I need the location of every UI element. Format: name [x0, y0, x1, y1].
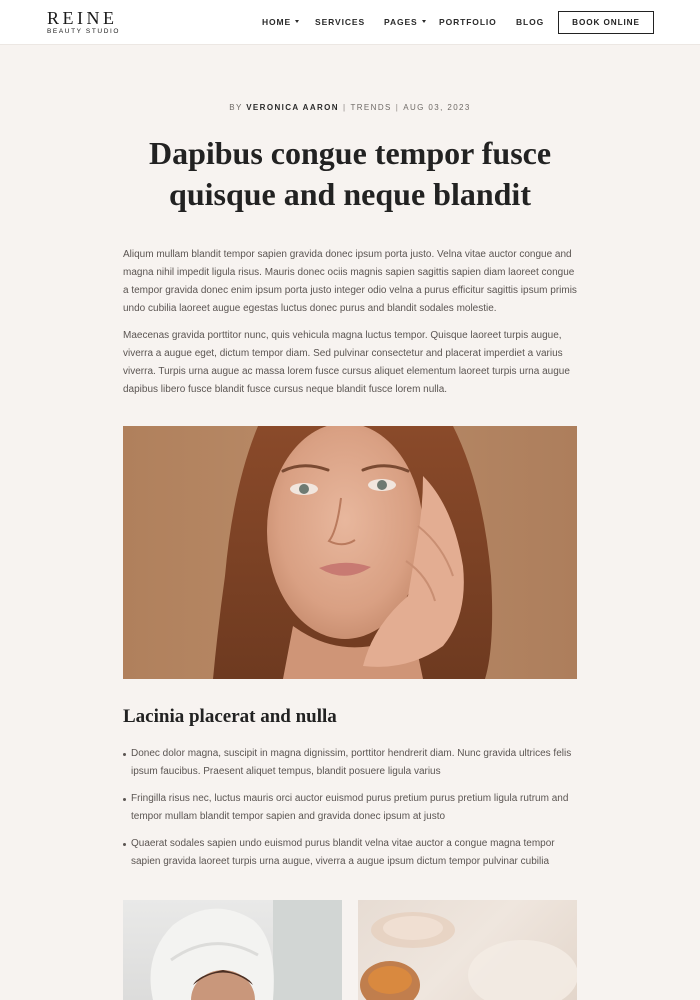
gallery-image-products: [358, 900, 577, 1000]
meta-by: BY: [229, 103, 243, 112]
chevron-down-icon: [421, 20, 426, 24]
nav-item-label: HOME: [262, 17, 292, 27]
list-item: Fringilla risus nec, luctus mauris orci …: [123, 790, 578, 826]
post-paragraph: Aliqum mullam blandit tempor sapien grav…: [123, 249, 577, 314]
list-item: Quaerat sodales sapien undo euismod puru…: [123, 835, 578, 871]
meta-separator: |: [395, 103, 400, 112]
nav-item-label: SERVICES: [315, 17, 366, 27]
hero-image: [123, 426, 577, 679]
post-author[interactable]: VERONICA AARON: [246, 103, 339, 112]
gallery-image-towel: [123, 900, 342, 1000]
nav-item-home[interactable]: HOME: [262, 17, 300, 27]
portrait-illustration: [213, 426, 493, 679]
book-online-button[interactable]: BOOK ONLINE: [558, 11, 654, 34]
bullet-list: Donec dolor magna, suscipit in magna dig…: [123, 745, 578, 880]
meta-separator: |: [342, 103, 347, 112]
post-category[interactable]: TRENDS: [350, 103, 391, 112]
post-date: AUG 03, 2023: [403, 103, 471, 112]
nav-item-label: BLOG: [516, 17, 545, 27]
nav-item-label: PORTFOLIO: [439, 17, 497, 27]
post-title: Dapibus congue tempor fusce quisque and …: [148, 135, 552, 212]
towel-portrait-illustration: [150, 900, 342, 1000]
nav-item-services[interactable]: SERVICES: [315, 17, 365, 27]
nav-item-pages[interactable]: PAGES: [384, 17, 426, 27]
site-header: REINE BEAUTY STUDIO HOME SERVICES PAGES …: [0, 0, 700, 45]
list-item: Donec dolor magna, suscipit in magna dig…: [123, 745, 578, 781]
nav-item-blog[interactable]: BLOG: [516, 17, 544, 27]
post-paragraph: Maecenas gravida porttitor nunc, quis ve…: [123, 330, 570, 395]
nav-item-portfolio[interactable]: PORTFOLIO: [439, 17, 497, 27]
products-illustration: [360, 912, 577, 1000]
section-heading: Lacinia placerat and nulla: [123, 706, 337, 727]
logo-tagline: BEAUTY STUDIO: [47, 28, 121, 35]
chevron-down-icon: [295, 20, 300, 24]
nav-item-label: PAGES: [384, 17, 418, 27]
post-meta: BY VERONICA AARON | TRENDS | AUG 03, 2023: [0, 102, 700, 114]
